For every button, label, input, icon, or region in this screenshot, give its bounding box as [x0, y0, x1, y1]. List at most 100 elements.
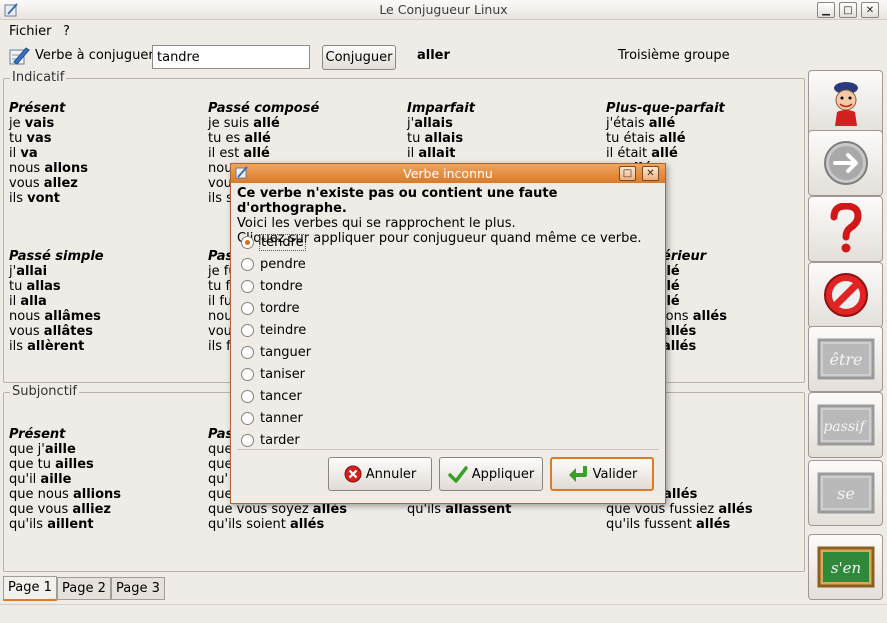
verb-input[interactable]: [152, 45, 310, 69]
option-pendre[interactable]: pendre: [241, 254, 306, 274]
dialog-close-button[interactable]: ✕: [642, 166, 659, 181]
checkmark-icon: [448, 466, 468, 483]
menu-fichier[interactable]: Fichier: [9, 24, 52, 39]
radio-selected-icon[interactable]: [241, 235, 254, 249]
option-tordre[interactable]: tordre: [241, 298, 299, 318]
verb-form: allés: [290, 517, 325, 532]
verb-form: allâtes: [43, 324, 94, 339]
radio-icon[interactable]: [241, 301, 254, 315]
verb-form: allés: [696, 517, 731, 532]
menu-help[interactable]: ?: [63, 24, 70, 39]
tense-name: Passé simple: [9, 249, 104, 264]
passif-button[interactable]: passif: [808, 392, 883, 458]
conjugation-row: tu étais allé: [606, 131, 725, 146]
option-teindre[interactable]: teindre: [241, 320, 306, 340]
verb-form: allez: [43, 176, 78, 191]
radio-icon[interactable]: [241, 411, 254, 425]
conjugation-row: tu vas: [9, 131, 88, 146]
pronoun: je: [9, 116, 25, 131]
verb-form: allés: [662, 339, 697, 354]
option-tanguer[interactable]: tanguer: [241, 342, 311, 362]
radio-icon[interactable]: [241, 367, 254, 381]
dialog-maximize-button[interactable]: □: [619, 166, 636, 181]
maximize-button[interactable]: □: [839, 2, 857, 18]
conjugation-row: qu'ils fussent allés: [606, 517, 753, 532]
conjugation-row: allés: [662, 339, 727, 354]
verb-form: ailles: [55, 457, 94, 472]
pronoun: que vous fussiez: [606, 502, 719, 517]
pronoun: ils: [9, 339, 28, 354]
option-label: tanner: [260, 410, 303, 426]
option-tarder[interactable]: tarder: [241, 430, 300, 450]
enter-arrow-icon: [568, 466, 587, 482]
tab-page-3[interactable]: Page 3: [111, 577, 165, 600]
conjugation-row: allés: [662, 324, 727, 339]
blackboard-se-icon: se: [817, 472, 874, 514]
conjugation-row: je suis allé: [208, 116, 319, 131]
conjugate-button[interactable]: Conjuguer: [322, 45, 396, 70]
next-button[interactable]: [808, 130, 883, 196]
conjugation-row: que vous soyez allés: [208, 502, 347, 517]
option-taniser[interactable]: taniser: [241, 364, 305, 384]
radio-icon[interactable]: [241, 433, 254, 447]
option-tanner[interactable]: tanner: [241, 408, 303, 428]
minimize-button[interactable]: ▁: [817, 2, 835, 18]
pronoun: nou: [208, 161, 233, 176]
mascot-icon: [833, 82, 858, 126]
radio-icon[interactable]: [241, 345, 254, 359]
conjugation-row: llé: [662, 294, 727, 309]
option-tancer[interactable]: tancer: [241, 386, 302, 406]
help-button[interactable]: [808, 196, 883, 262]
pronoun: il était: [606, 146, 652, 161]
verb-label: Verbe à conjuguer: [35, 48, 154, 63]
radio-icon[interactable]: [241, 389, 254, 403]
mascot-button[interactable]: [808, 70, 883, 136]
pronoun: que vous: [9, 502, 73, 517]
validate-button[interactable]: Valider: [550, 457, 654, 491]
etre-button[interactable]: être: [808, 326, 883, 392]
conjugation-row: qu'ils allassent: [407, 502, 533, 517]
pronoun: que: [208, 442, 233, 457]
pronoun: qu'il: [9, 472, 41, 487]
dialog-message-error: Ce verbe n'existe pas ou contient une fa…: [237, 186, 558, 216]
option-tondre[interactable]: tondre: [241, 276, 303, 296]
sen-label: s'en: [830, 559, 860, 577]
pronoun: nous: [9, 309, 45, 324]
option-tendre[interactable]: tendre: [241, 232, 306, 252]
verb-form: allés: [663, 487, 698, 502]
pronoun: ions: [662, 309, 693, 324]
radio-icon[interactable]: [241, 257, 254, 271]
stop-button[interactable]: [808, 262, 883, 328]
radio-icon[interactable]: [241, 323, 254, 337]
verb-form: allais: [414, 116, 453, 131]
cancel-button[interactable]: Annuler: [328, 457, 432, 491]
dialog-title: Verbe inconnu: [403, 166, 493, 181]
tab-page-2[interactable]: Page 2: [57, 577, 111, 600]
tab-page-1[interactable]: Page 1: [3, 576, 57, 601]
option-label: teindre: [260, 322, 307, 338]
verb-form: alliez: [72, 502, 111, 517]
dialog-message-hint: Voici les verbes qui se rapprochent le p…: [237, 216, 516, 231]
conjugation-row: il va: [9, 146, 88, 161]
apply-button[interactable]: Appliquer: [439, 457, 543, 491]
tense-name: Plus-que-parfait: [606, 101, 725, 116]
option-label: tondre: [260, 278, 303, 294]
verb-form: allés: [692, 309, 727, 324]
conjugation-row: il alla: [9, 294, 104, 309]
se-button[interactable]: se: [808, 460, 883, 526]
close-button[interactable]: ✕: [861, 2, 879, 18]
forbidden-icon: [823, 273, 868, 317]
verb-form: allait: [418, 146, 456, 161]
cancel-label: Annuler: [365, 466, 417, 482]
question-mark-icon: [830, 203, 862, 253]
verb-toolbar: Verbe à conjuguer Conjuguer aller Troisi…: [0, 42, 887, 72]
arrow-right-icon: [823, 141, 868, 185]
conjugation-row: qu'ils aillent: [9, 517, 121, 532]
pencil-paper-icon: [9, 47, 30, 65]
pronoun: tu: [407, 131, 425, 146]
radio-icon[interactable]: [241, 279, 254, 293]
unknown-verb-dialog: Verbe inconnu □ ✕ Ce verbe n'existe pas …: [230, 163, 666, 504]
verb-form: allé: [659, 131, 686, 146]
sen-button[interactable]: s'en: [808, 534, 883, 600]
window-title: Le Conjugueur Linux: [379, 2, 508, 17]
